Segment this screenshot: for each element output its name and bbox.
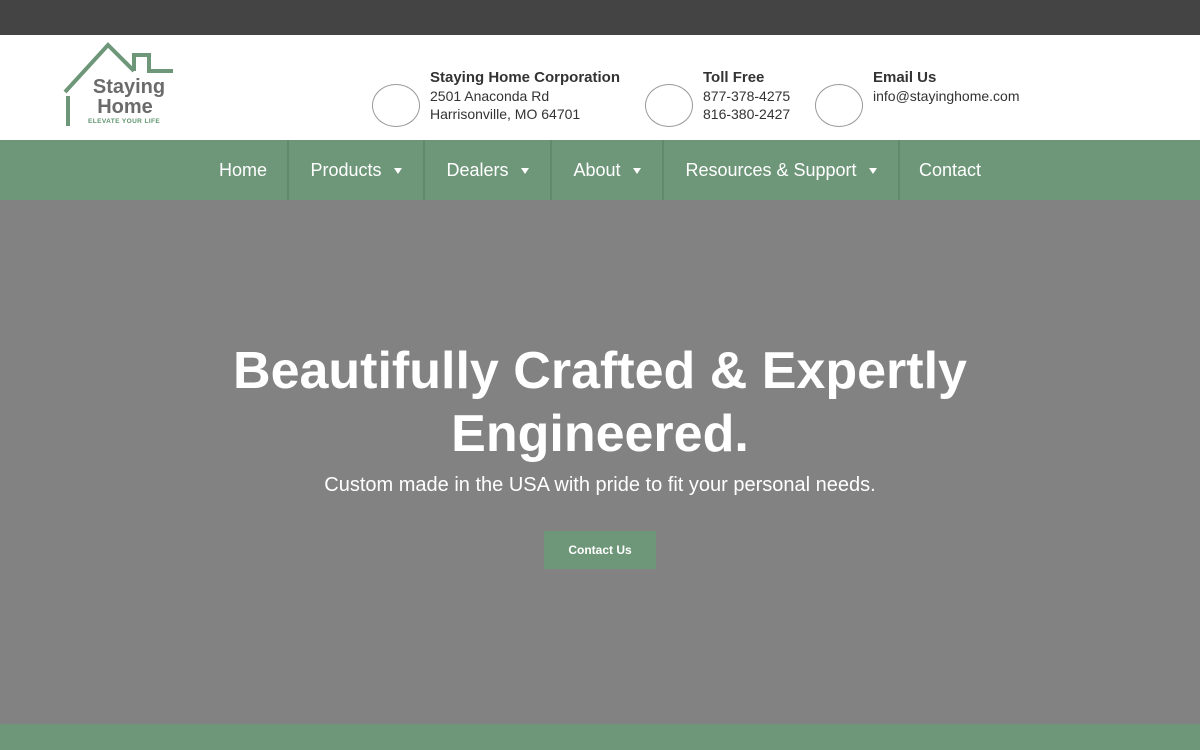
main-nav: Home Products Dealers About Resources & … [0, 140, 1200, 200]
contact-us-button[interactable]: Contact Us [544, 531, 656, 569]
nav-item-about[interactable]: About [552, 140, 662, 200]
contact-address: Staying Home Corporation 2501 Anaconda R… [430, 69, 620, 123]
phone-number-1[interactable]: 877-378-4275 [703, 87, 790, 105]
logo-tagline: ELEVATE YOUR LIFE [88, 118, 161, 125]
address-line-2: Harrisonville, MO 64701 [430, 106, 581, 122]
nav-label-dealers: Dealers [446, 159, 509, 180]
nav-item-home[interactable]: Home [199, 140, 287, 200]
hero-title: Beautifully Crafted & Expertly Engineere… [0, 340, 1200, 466]
chevron-down-icon [520, 168, 529, 174]
address-line-1: 2501 Anaconda Rd [430, 88, 550, 104]
chevron-down-icon [632, 168, 641, 174]
nav-label-products: Products [310, 159, 382, 180]
nav-item-products[interactable]: Products [289, 140, 423, 200]
hero-title-line-1: Beautifully Crafted & Expertly [233, 342, 967, 400]
hero-title-line-2: Engineered. [451, 405, 749, 463]
chevron-down-icon [393, 168, 402, 174]
hero-subtitle: Custom made in the USA with pride to fit… [324, 474, 876, 496]
nav-item-contact[interactable]: Contact [900, 140, 1000, 200]
phone-icon [645, 84, 693, 127]
site-logo[interactable]: Staying Home ELEVATE YOUR LIFE [62, 42, 177, 130]
site-header: Staying Home ELEVATE YOUR LIFE Staying H… [0, 35, 1200, 140]
logo-text-line1: Staying [92, 76, 166, 98]
logo-text-line2: Home [97, 96, 153, 118]
location-icon [372, 84, 420, 127]
nav-label-contact: Contact [918, 159, 982, 180]
email-title: Email Us [873, 69, 937, 86]
nav-label-resources-support: Resources & Support [685, 159, 857, 180]
email-icon [815, 84, 863, 127]
phone-title: Toll Free [703, 69, 765, 86]
contact-email: Email Us info@stayinghome.com [873, 69, 1020, 105]
chevron-down-icon [868, 168, 877, 174]
email-address-link[interactable]: info@stayinghome.com [873, 87, 1020, 105]
bottom-band [0, 724, 1200, 750]
top-bar [0, 0, 1200, 35]
nav-item-resources-support[interactable]: Resources & Support [664, 140, 898, 200]
phone-number-2[interactable]: 816-380-2427 [703, 105, 790, 123]
nav-item-dealers[interactable]: Dealers [425, 140, 550, 200]
contact-phone: Toll Free 877-378-4275 816-380-2427 [703, 69, 790, 123]
nav-label-home: Home [218, 159, 267, 180]
address-title: Staying Home Corporation [430, 69, 621, 86]
hero-section: Beautifully Crafted & Expertly Engineere… [0, 200, 1200, 724]
nav-label-about: About [573, 159, 621, 180]
